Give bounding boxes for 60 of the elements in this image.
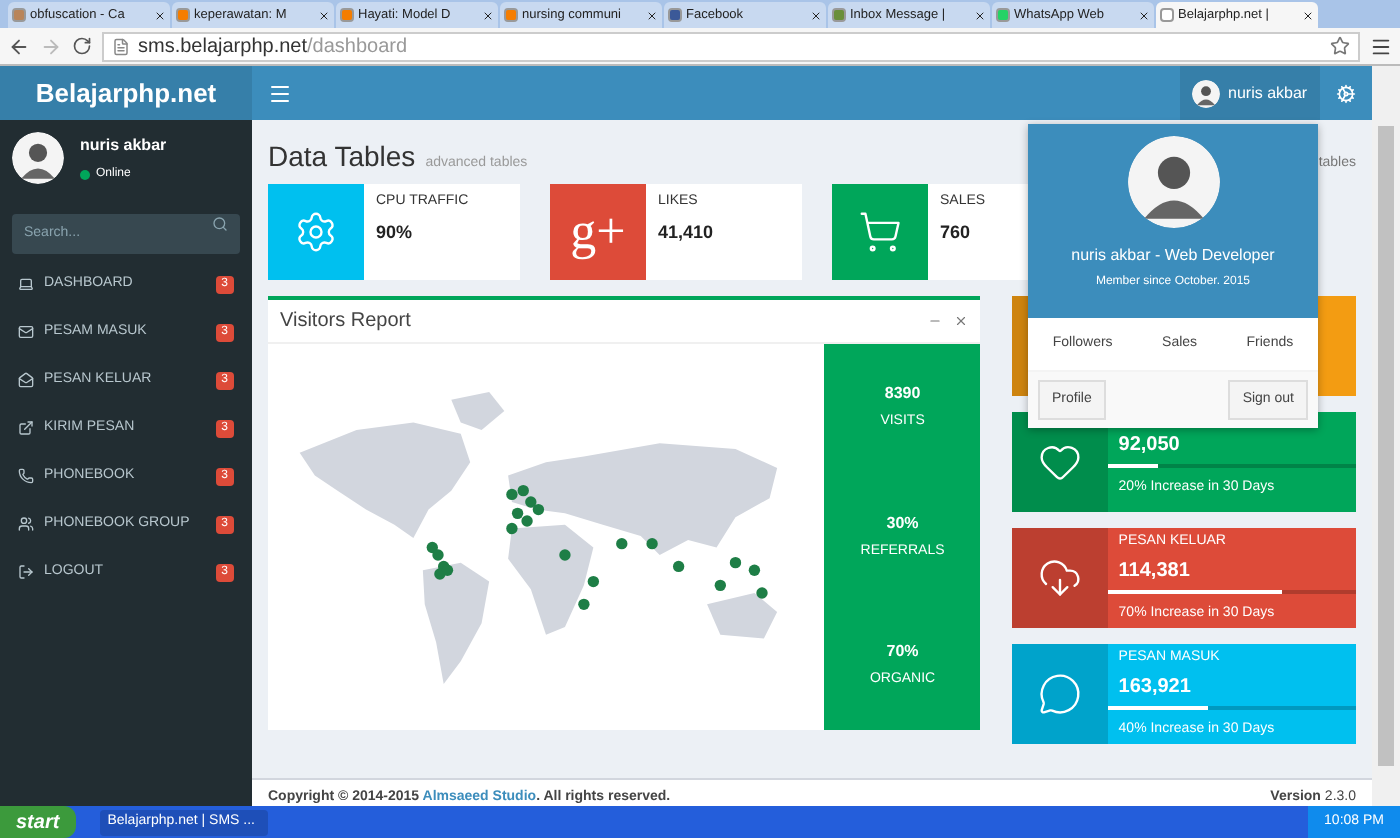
envelope-icon (18, 324, 34, 340)
whatsapp-tab-icon (996, 8, 1010, 22)
avatar (1192, 79, 1220, 107)
users-icon (18, 516, 34, 532)
close-icon[interactable] (154, 9, 166, 21)
close-icon[interactable] (482, 9, 494, 21)
external-link-icon (18, 420, 34, 436)
generic-tab-icon (12, 8, 26, 22)
blogger-tab-icon (504, 8, 518, 22)
logout-icon (18, 564, 34, 580)
start-button[interactable]: start (0, 806, 76, 838)
settings-icon[interactable] (1336, 83, 1356, 103)
close-icon[interactable] (318, 9, 330, 21)
page-icon (112, 37, 130, 55)
profile-name: nuris akbar - Web Developer (1071, 244, 1275, 268)
comment-icon (1038, 672, 1083, 716)
blogger-tab-icon (340, 8, 354, 22)
page-title: Data Tables (268, 138, 416, 176)
google-plus-icon: g+ (570, 206, 626, 258)
stat-value: 8390 (884, 382, 921, 407)
user-name: nuris akbar (80, 133, 167, 157)
sidebar-toggle-icon[interactable] (268, 81, 292, 105)
gear-icon (294, 210, 338, 254)
facebook-tab-icon (668, 8, 682, 22)
browser-menu-icon[interactable] (1370, 35, 1392, 57)
close-icon[interactable] (974, 9, 986, 21)
scrollbar-thumb[interactable] (1378, 126, 1394, 766)
card-value: 41,410 (658, 219, 714, 245)
inbox-tab-icon (832, 8, 846, 22)
close-icon[interactable] (810, 9, 822, 21)
bookmark-star-icon[interactable] (1330, 36, 1350, 56)
heart-icon (1038, 440, 1083, 484)
scrollbar[interactable] (1372, 66, 1400, 806)
card-value: 90% (376, 219, 415, 245)
card-value: 163,921 (1116, 674, 1193, 702)
close-icon[interactable] (1302, 9, 1314, 21)
logo[interactable]: Belajarphp.net (0, 66, 252, 120)
stat-value: 70% (886, 640, 919, 665)
open-envelope-icon (18, 372, 34, 388)
card-value: 760 (940, 219, 973, 245)
stat-value: 30% (886, 511, 919, 536)
phone-icon (18, 468, 34, 484)
profile-avatar (1127, 136, 1219, 228)
blogger-tab-icon (176, 8, 190, 22)
cart-icon (858, 210, 902, 254)
avatar (12, 132, 64, 184)
back-icon[interactable] (8, 35, 30, 57)
cloud-icon (1038, 556, 1083, 600)
close-icon[interactable] (646, 9, 658, 21)
page-tab-icon (1160, 8, 1174, 22)
search-icon[interactable] (212, 216, 228, 232)
url-text: sms.belajarphp.net/dashboard (138, 33, 408, 61)
panel-title: Visitors Report (280, 308, 413, 336)
user-menu[interactable]: nuris akbar (1180, 66, 1320, 120)
address-bar[interactable]: sms.belajarphp.net/dashboard (102, 31, 1360, 61)
laptop-icon (18, 276, 34, 292)
reload-icon[interactable] (72, 36, 92, 56)
close-icon[interactable] (1138, 9, 1150, 21)
card-value: 114,381 (1116, 558, 1192, 586)
card-value: 92,050 (1116, 431, 1182, 460)
